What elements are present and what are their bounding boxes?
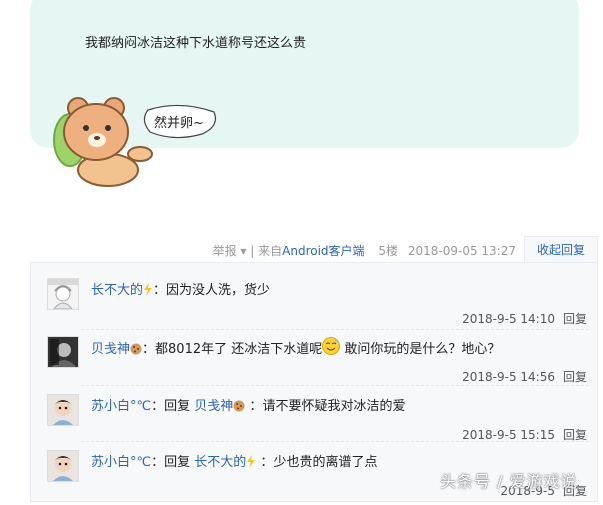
source-link[interactable]: Android客户端 (282, 244, 364, 258)
username-link[interactable]: 苏小白°℃ (91, 399, 151, 414)
fold-replies-button[interactable]: 收起回复 (524, 236, 598, 262)
comment-text-before: 都8012年了 还冰洁下水道呢 (155, 342, 323, 357)
comment-text: 少也贵的离谱了点 (273, 455, 378, 470)
comment-line: 长不大的 ：因为没人洗，货少 (91, 283, 271, 298)
reply-prefix: 回复 (164, 399, 191, 414)
comment-time: 2018-9-5 14:10 (462, 312, 555, 326)
comment-text-after: 敢问你玩的是什么？地心？ (340, 342, 501, 357)
reply-button[interactable]: 回复 (563, 370, 587, 384)
comment-meta: 2018-9-5 14:56 回复 (462, 368, 587, 385)
sticker-caption: 然并卵~ (140, 100, 220, 142)
comment-line: 苏小白°℃：回复 贝戋神 ：请不要怀疑我对冰洁的爱 (91, 399, 406, 414)
username-link[interactable]: 长不大的 (91, 283, 143, 298)
cookie-icon (233, 400, 245, 412)
comment-time: 2018-9-5 15:15 (462, 428, 555, 442)
avatar[interactable] (47, 450, 79, 482)
lightning-icon (247, 455, 256, 468)
comment-item: 苏小白°℃：回复 贝戋神 ：请不要怀疑我对冰洁的爱 2018-9-5 15:15… (31, 389, 597, 449)
post-text: 我都纳闷冰洁这种下水道称号还这么贵 (85, 36, 307, 51)
divider (81, 441, 589, 442)
avatar[interactable] (47, 278, 79, 310)
watermark: 头条号 / 爱游戏说 (440, 472, 578, 491)
reply-button[interactable]: 回复 (563, 312, 587, 326)
post-tail: 举报 ▾ | 来自Android客户端 5楼 2018-09-05 13:27 … (0, 236, 603, 262)
report-dropdown-icon[interactable]: ▾ (240, 244, 246, 258)
comment-item: 长不大的 ：因为没人洗，货少 2018-9-5 14:10 回复 (31, 273, 597, 333)
sticker-caption-text: 然并卵~ (154, 115, 204, 131)
lightning-icon (144, 283, 153, 296)
reply-target-link[interactable]: 贝戋神 (194, 399, 233, 414)
comment-text: 因为没人洗，货少 (166, 283, 271, 298)
cookie-icon (130, 343, 142, 355)
comment-time: 2018-9-5 14:56 (462, 370, 555, 384)
comment-line: 苏小白°℃：回复 长不大的 ：少也贵的离谱了点 (91, 455, 378, 470)
avatar[interactable] (47, 394, 79, 426)
post-meta: 举报 ▾ | 来自Android客户端 5楼 2018-09-05 13:27 (212, 244, 516, 258)
post-time: 2018-09-05 13:27 (407, 244, 516, 258)
username-link[interactable]: 贝戋神 (91, 342, 130, 357)
username-link[interactable]: 苏小白°℃ (91, 455, 151, 470)
comment-text: 请不要怀疑我对冰洁的爱 (262, 399, 406, 414)
report-link[interactable]: 举报 (213, 244, 237, 258)
divider (81, 385, 589, 386)
comment-line: 贝戋神 ：都8012年了 还冰洁下水道呢 敢问你玩的是什么？地心？ (91, 337, 500, 357)
comments-panel: 长不大的 ：因为没人洗，货少 2018-9-5 14:10 回复 贝戋神 ：都8012… (30, 262, 598, 502)
divider (81, 329, 589, 330)
reply-prefix: 回复 (164, 455, 191, 470)
meta-separator: | (250, 244, 255, 258)
avatar[interactable] (47, 336, 79, 368)
reply-target-link[interactable]: 长不大的 (194, 455, 246, 470)
comment-meta: 2018-9-5 14:10 回复 (462, 310, 587, 327)
floor-number: 5楼 (378, 244, 399, 258)
sweat-smile-emoji-icon (322, 337, 341, 355)
reply-button[interactable]: 回复 (563, 428, 587, 442)
comment-item: 贝戋神 ：都8012年了 还冰洁下水道呢 敢问你玩的是什么？地心？ 2018-9-… (31, 331, 597, 391)
